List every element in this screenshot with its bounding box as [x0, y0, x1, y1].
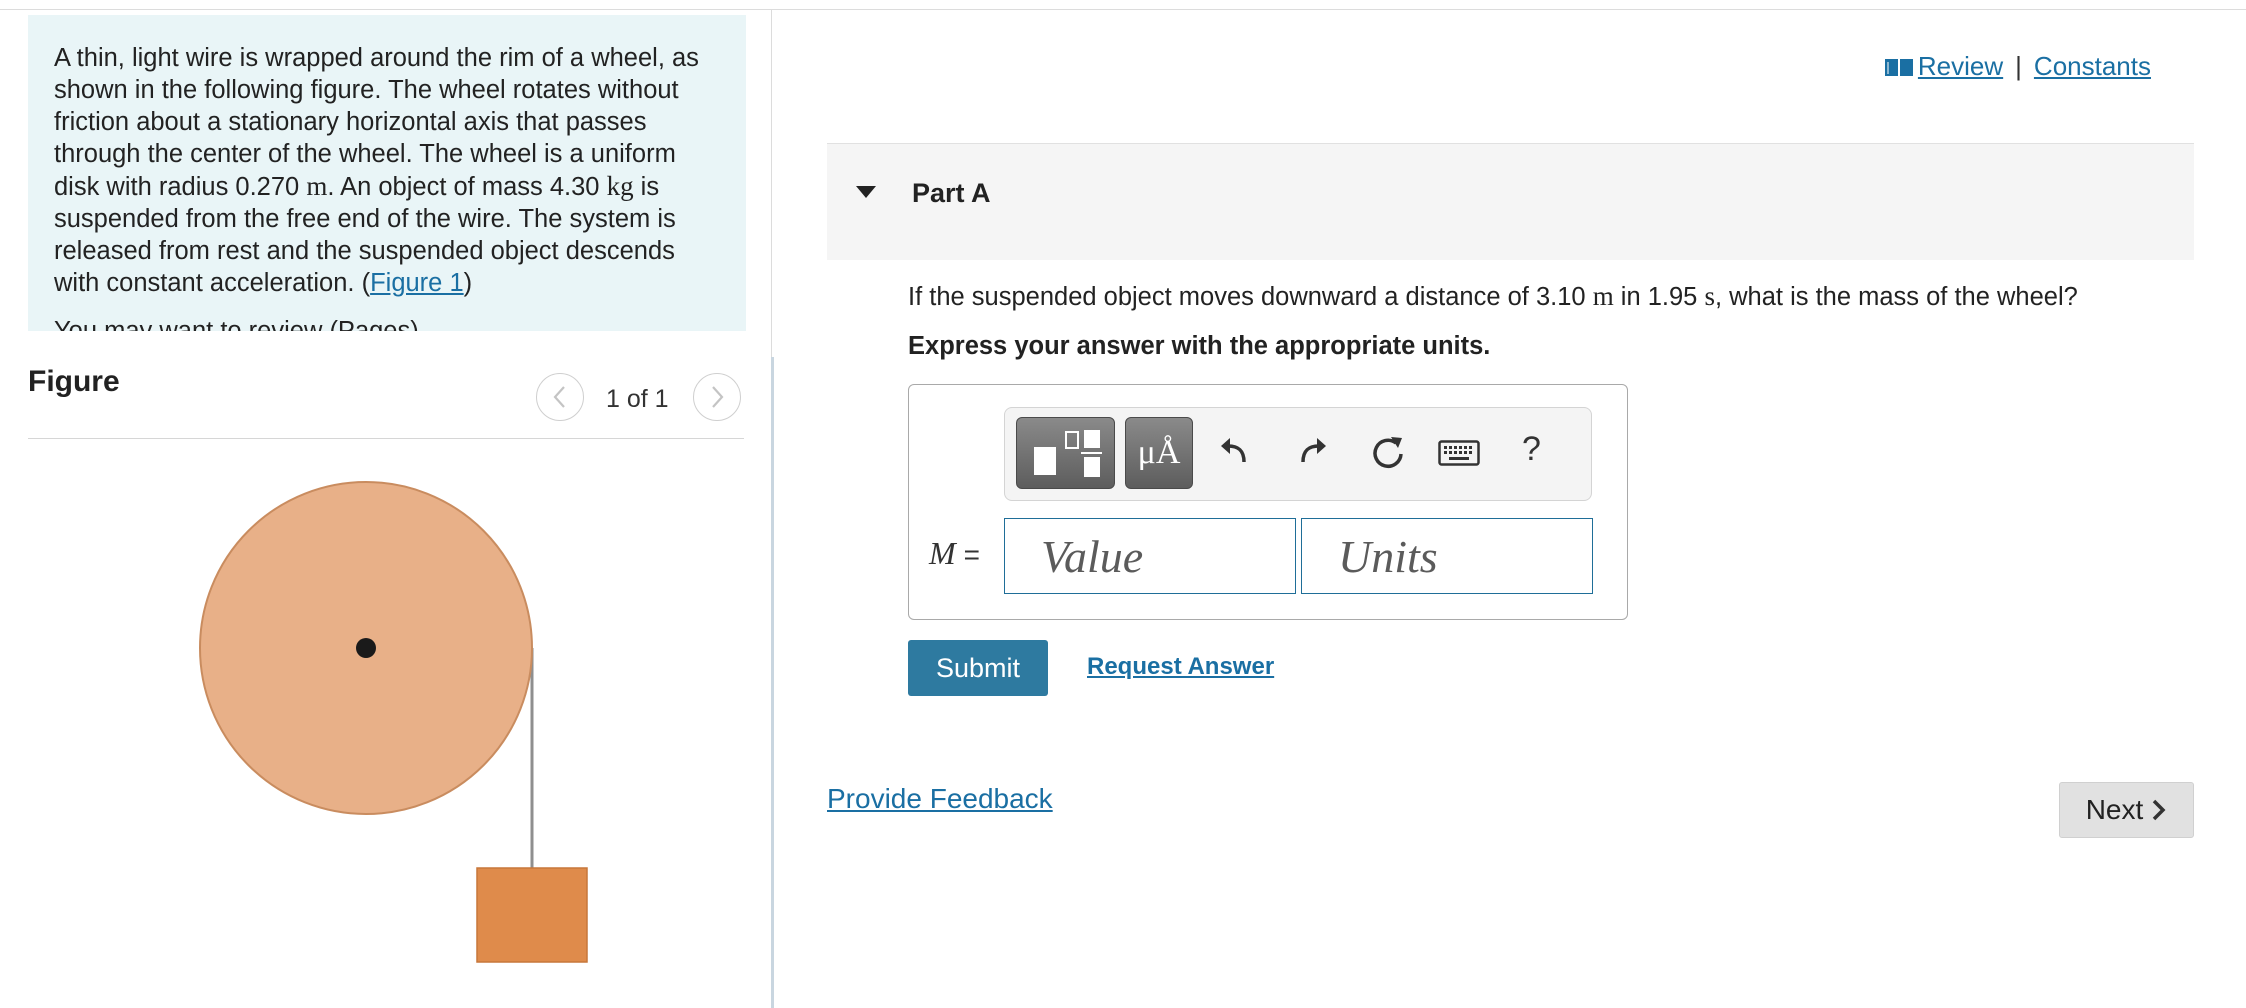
answer-equals: =: [963, 539, 981, 570]
question-unit-m: m: [1592, 281, 1614, 311]
templates-button[interactable]: [1016, 417, 1115, 489]
pane-divider-top: [771, 10, 772, 357]
figure-page-count: 1 of 1: [606, 385, 669, 413]
redo-icon: [1301, 438, 1326, 463]
redo-button[interactable]: [1295, 434, 1329, 468]
math-toolbar: μÅ ?: [1004, 407, 1592, 501]
review-links: Review | Constants: [1884, 51, 2151, 82]
question-text-1: If the suspended object moves downward a…: [908, 283, 1593, 311]
question-text-3: , what is the mass of the wheel?: [1714, 283, 2078, 311]
chevron-right-icon: [712, 386, 724, 408]
keyboard-button[interactable]: [1438, 440, 1480, 466]
answer-variable-label: M =: [929, 535, 980, 572]
units-input[interactable]: [1301, 518, 1593, 594]
prev-figure-button[interactable]: [536, 373, 584, 421]
question-text-2: in 1.95: [1613, 283, 1705, 311]
question-unit-s: s: [1704, 281, 1715, 311]
unit-kg: kg: [606, 171, 634, 201]
hanging-block: [476, 867, 588, 963]
wheel-figure: [199, 481, 588, 963]
provide-feedback-link[interactable]: Provide Feedback: [827, 783, 1053, 815]
next-button-label: Next: [2085, 794, 2144, 825]
keyboard-icon: [1438, 440, 1480, 466]
help-button[interactable]: ?: [1522, 430, 1541, 469]
answer-variable: M: [929, 535, 956, 571]
problem-text-4: ): [463, 269, 473, 297]
caret-down-icon[interactable]: [854, 184, 878, 200]
question-text: If the suspended object moves downward a…: [908, 281, 2078, 312]
pane-divider[interactable]: [771, 357, 774, 1008]
figure-link[interactable]: Figure 1: [370, 269, 464, 297]
link-separator: |: [2015, 51, 2022, 81]
constants-link[interactable]: Constants: [2034, 51, 2151, 82]
chevron-left-icon: [553, 386, 565, 408]
undo-button[interactable]: [1218, 434, 1252, 468]
undo-icon: [1221, 438, 1246, 463]
review-link[interactable]: Review: [1918, 51, 2003, 82]
problem-cut-line: You may want to review (Pages): [54, 317, 419, 331]
answer-box: μÅ ? M = Value Units: [908, 384, 1628, 620]
problem-statement: A thin, light wire is wrapped around the…: [28, 15, 746, 331]
next-button[interactable]: Next: [2059, 782, 2194, 838]
request-answer-link[interactable]: Request Answer: [1087, 653, 1274, 681]
value-input[interactable]: [1004, 518, 1296, 594]
part-a-header[interactable]: Part A: [827, 143, 2194, 260]
reset-icon: [1373, 437, 1403, 468]
fraction-template-icon: [1033, 430, 1102, 477]
book-icon: [1884, 58, 1913, 76]
chevron-right-icon: [2153, 799, 2166, 821]
part-title: Part A: [912, 178, 991, 208]
answer-instruction: Express your answer with the appropriate…: [908, 332, 1491, 360]
next-figure-button[interactable]: [693, 373, 741, 421]
submit-button[interactable]: Submit: [908, 640, 1048, 696]
problem-text: A thin, light wire is wrapped around the…: [54, 42, 720, 331]
problem-text-2: . An object of mass 4.30: [327, 173, 607, 201]
figure-title: Figure: [28, 365, 120, 398]
unit-m: m: [306, 171, 328, 201]
units-button[interactable]: μÅ: [1125, 417, 1193, 489]
figure-divider: [28, 438, 744, 439]
reset-button[interactable]: [1369, 434, 1407, 472]
axle: [356, 638, 376, 658]
